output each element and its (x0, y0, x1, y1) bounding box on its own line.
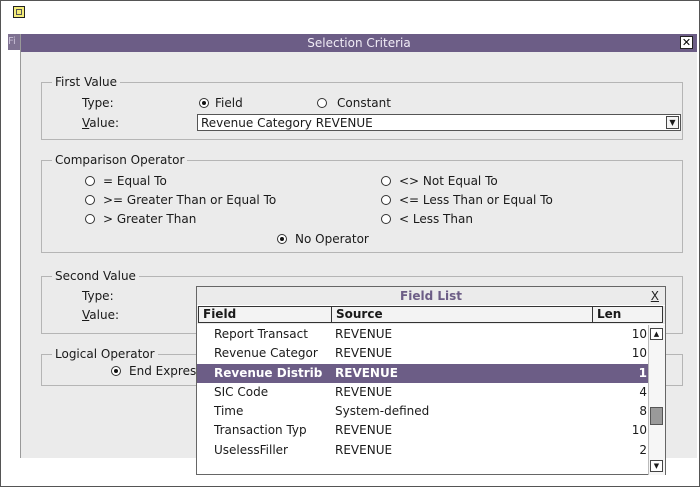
op-no-operator-label[interactable]: No Operator (295, 232, 369, 246)
table-row-selected[interactable]: Revenue Distrib REVENUE 1 (197, 363, 649, 383)
table-row[interactable]: Transaction Typ REVENUE 10 (197, 421, 649, 440)
cell-field: Time (214, 404, 244, 419)
scroll-down-arrow-icon[interactable]: ▼ (650, 460, 663, 472)
logical-legend: Logical Operator (52, 347, 158, 361)
cell-source: REVENUE (335, 442, 393, 457)
op-equal-radio[interactable] (85, 176, 95, 186)
cell-source: System-defined (335, 404, 430, 419)
field-list-rows: Report Transact REVENUE 10 Revenue Categ… (197, 325, 649, 475)
second-type-label: Type: (82, 289, 114, 303)
comparison-legend: Comparison Operator (52, 153, 188, 167)
op-gte-label[interactable]: >= Greater Than or Equal To (103, 193, 276, 207)
cell-field: Report Transact (214, 327, 308, 341)
second-value-label: Value: (82, 308, 119, 322)
op-lte-label[interactable]: <= Less Than or Equal To (399, 193, 553, 207)
first-value-label: Value: (82, 116, 119, 130)
cell-field: UselessFiller (214, 442, 288, 457)
cell-source: REVENUE (335, 327, 393, 341)
op-no-operator-radio[interactable] (277, 234, 287, 244)
field-list-header: Field Source Len (197, 306, 665, 324)
first-value-legend: First Value (52, 75, 121, 89)
close-icon[interactable]: ✕ (680, 36, 693, 49)
field-list-close-icon[interactable]: X (651, 290, 659, 302)
table-row[interactable]: Revenue Categor REVENUE 10 (197, 344, 649, 363)
cell-field: Revenue Distrib (214, 365, 323, 380)
cell-len: 2 (639, 442, 647, 457)
column-header-len[interactable]: Len (592, 306, 663, 323)
op-gt-radio[interactable] (85, 214, 95, 224)
first-value-combobox[interactable]: Revenue Category REVENUE ▼ (197, 114, 681, 131)
cell-source: REVENUE (335, 346, 393, 361)
op-gte-radio[interactable] (85, 195, 95, 205)
cell-source: REVENUE (335, 384, 393, 399)
table-row[interactable]: UselessFiller REVENUE 2 (197, 441, 649, 460)
op-not-equal-radio[interactable] (381, 176, 391, 186)
field-list-title: Field List (197, 287, 665, 305)
table-row[interactable]: Time System-defined 8 (197, 402, 649, 421)
first-type-field-label[interactable]: Field (215, 96, 243, 110)
chevron-down-icon[interactable]: ▼ (666, 116, 679, 129)
op-lt-radio[interactable] (381, 214, 391, 224)
first-type-constant-label[interactable]: Constant (337, 96, 391, 110)
scroll-up-arrow-icon[interactable]: ▲ (650, 328, 663, 340)
first-type-field-radio[interactable] (199, 98, 209, 108)
field-list-scrollbar[interactable]: ▲ ▼ (648, 325, 665, 475)
table-row[interactable]: SIC Code REVENUE 4 (197, 383, 649, 402)
op-gt-label[interactable]: > Greater Than (103, 212, 196, 226)
cell-len: 4 (639, 384, 647, 399)
column-header-source[interactable]: Source (331, 306, 593, 323)
scrollbar-thumb[interactable] (650, 407, 663, 425)
cell-len: 10 (631, 346, 647, 361)
first-value-text: Revenue Category REVENUE (201, 116, 373, 130)
cell-len: 10 (631, 423, 647, 438)
op-equal-label[interactable]: = Equal To (103, 174, 167, 188)
cell-field: Transaction Typ (214, 423, 307, 438)
cell-field: SIC Code (214, 384, 269, 399)
app-menu-icon[interactable] (13, 6, 25, 18)
cell-len: 1 (638, 365, 647, 380)
background-window-title: Fi (8, 34, 20, 50)
cell-len: 10 (631, 327, 647, 341)
dialog-title: Selection Criteria (21, 34, 697, 52)
logical-end-expression-radio[interactable] (111, 366, 121, 376)
table-row[interactable]: Report Transact REVENUE 10 (197, 325, 649, 344)
first-type-label: Type: (82, 96, 114, 110)
logical-end-expression-label[interactable]: End Expres (129, 364, 196, 378)
first-type-constant-radio[interactable] (317, 98, 327, 108)
cell-field: Revenue Categor (214, 346, 318, 361)
op-lte-radio[interactable] (381, 195, 391, 205)
cell-source: REVENUE (335, 365, 398, 380)
cell-source: REVENUE (335, 423, 393, 438)
second-value-legend: Second Value (52, 269, 139, 283)
op-not-equal-label[interactable]: <> Not Equal To (399, 174, 498, 188)
cell-len: 8 (639, 404, 647, 419)
op-lt-label[interactable]: < Less Than (399, 212, 473, 226)
column-header-field[interactable]: Field (198, 306, 332, 323)
field-list-popup: Field List X Field Source Len Report Tra… (196, 286, 666, 475)
first-value-group: First Value (41, 75, 683, 140)
